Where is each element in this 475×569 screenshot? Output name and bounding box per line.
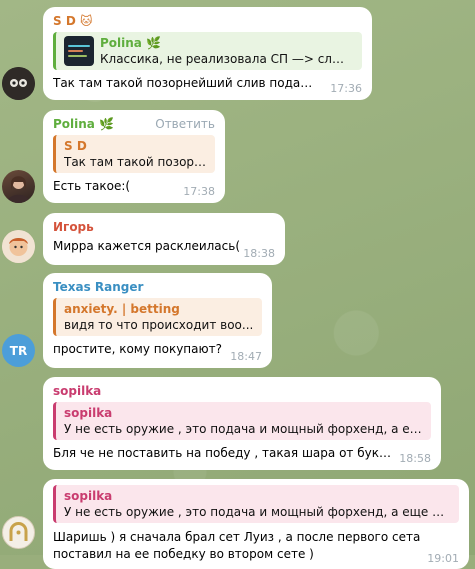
reply-quote[interactable]: Polina 🌿 Классика, не реализовала СП —> …	[53, 32, 362, 70]
leaf-icon: 🌿	[146, 36, 162, 50]
reply-quote[interactable]: sopilka У не есть оружие , это подача и …	[53, 485, 459, 523]
reply-quote[interactable]: S D Так там такой позорн...	[53, 135, 215, 173]
sender-name[interactable]: Texas Ranger	[53, 279, 262, 295]
sender-name[interactable]: S D 🐱	[53, 13, 362, 29]
quote-author: S D	[64, 139, 87, 153]
quote-text: У не есть оружие , это подача и мощный ф…	[64, 505, 451, 519]
reply-button[interactable]: Ответить	[155, 117, 215, 131]
message-time: 19:01	[427, 552, 459, 565]
avatar-sopilka[interactable]	[2, 516, 35, 549]
avatar-polina[interactable]	[2, 170, 35, 203]
quote-text: Так там такой позорн...	[64, 155, 207, 169]
quote-author: Polina 🌿	[100, 36, 162, 50]
message-time: 18:38	[243, 247, 275, 260]
cat-face-icon	[2, 67, 35, 100]
message-bubble[interactable]: Texas Ranger anxiety. | betting видя то …	[43, 273, 272, 368]
cartoon-face-icon	[2, 230, 35, 263]
message-bubble[interactable]: S D 🐱 Polina 🌿 Классика, не реализовала …	[43, 7, 372, 100]
message-text: Шаришь ) я сначала брал сет Луиз , а пос…	[53, 530, 421, 544]
message-text: Мирра кажется расклеилась(	[53, 239, 241, 253]
sender-emoji-icon: 🐱	[79, 14, 93, 28]
message-time: 18:58	[399, 452, 431, 465]
avatar-igor[interactable]	[2, 230, 35, 263]
message-time: 17:38	[183, 185, 215, 198]
quote-author: sopilka	[64, 406, 113, 420]
quote-author: anxiety. | betting	[64, 302, 180, 316]
reply-quote[interactable]: sopilka У не есть оружие , это подача и …	[53, 402, 431, 440]
quote-text: У не есть оружие , это подача и мощный ф…	[64, 422, 423, 436]
horseshoe-icon	[9, 522, 28, 541]
avatar-texas-ranger[interactable]: TR	[2, 334, 35, 367]
quote-text: Классика, не реализовала СП —> слила ...	[100, 52, 350, 66]
message-bubble[interactable]: Polina 🌿 Ответить S D Так там такой позо…	[43, 110, 225, 203]
message-text: Так там такой позорнейший слив подачи...	[53, 76, 318, 90]
portrait-icon	[7, 176, 30, 203]
reply-quote[interactable]: anxiety. | betting видя то что происходи…	[53, 298, 262, 336]
quote-text: видя то что происходит воо...	[64, 318, 254, 332]
sender-name[interactable]: Игорь	[53, 219, 275, 235]
avatar-sd[interactable]	[2, 67, 35, 100]
sender-name[interactable]: sopilka	[53, 383, 431, 399]
message-bubble[interactable]: sopilka sopilka У не есть оружие , это п…	[43, 377, 441, 470]
message-bubble[interactable]: Игорь Мирра кажется расклеилась( 18:38	[43, 213, 285, 265]
quote-author: sopilka	[64, 489, 113, 503]
message-bubble[interactable]: sopilka У не есть оружие , это подача и …	[43, 479, 469, 569]
message-time: 18:47	[230, 350, 262, 363]
message-time: 17:36	[330, 82, 362, 95]
leaf-icon: 🌿	[99, 117, 115, 131]
quoted-media-thumbnail	[64, 36, 94, 66]
message-text: Бля че не поставить на победу , такая ша…	[53, 446, 393, 460]
